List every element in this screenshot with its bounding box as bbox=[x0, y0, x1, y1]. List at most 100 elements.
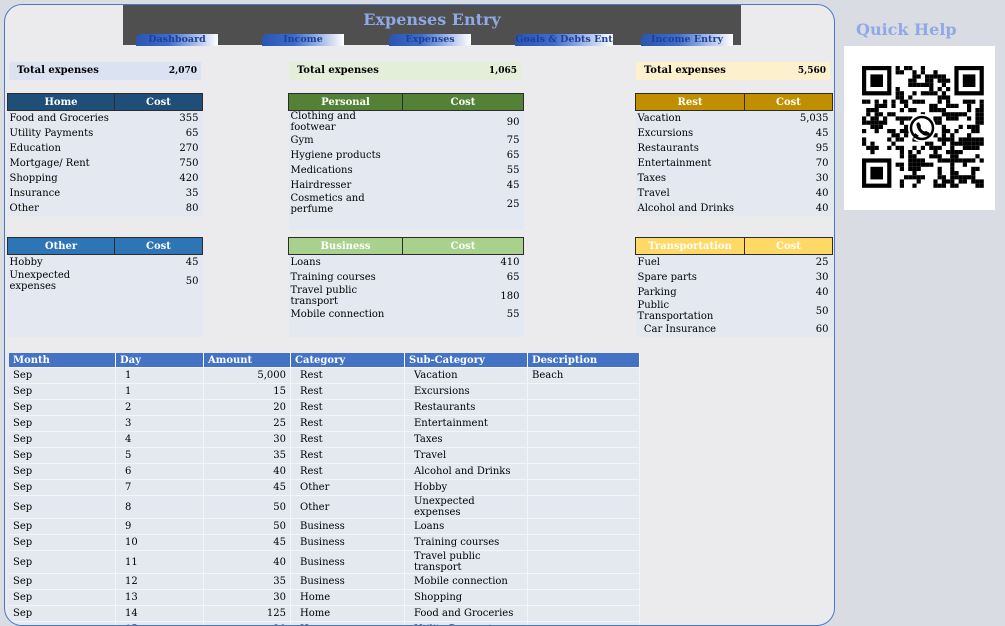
cell[interactable]: Travel public transport bbox=[289, 285, 403, 307]
cell[interactable]: Restaurants bbox=[636, 141, 745, 156]
cell[interactable]: Training courses bbox=[289, 270, 403, 285]
table-row[interactable]: Sep220RestRestaurants bbox=[9, 400, 640, 416]
cell[interactable] bbox=[289, 322, 403, 337]
cell[interactable]: Clothing and footwear bbox=[289, 111, 403, 134]
log-cell[interactable]: Unexpected expenses bbox=[405, 496, 528, 519]
log-cell[interactable]: 12 bbox=[116, 574, 204, 590]
log-cell[interactable]: 40 bbox=[204, 551, 291, 574]
log-cell[interactable]: Travel public transport bbox=[405, 551, 528, 574]
log-cell[interactable]: 13 bbox=[116, 590, 204, 606]
column-header[interactable]: Amount bbox=[204, 353, 291, 368]
log-cell[interactable]: 9 bbox=[116, 519, 204, 535]
table-row[interactable]: Sep1140BusinessTravel public transport bbox=[9, 551, 640, 574]
cell[interactable] bbox=[115, 292, 203, 307]
log-cell[interactable]: 7 bbox=[116, 480, 204, 496]
log-cell[interactable]: 14 bbox=[116, 606, 204, 622]
log-cell[interactable]: 2 bbox=[116, 400, 204, 416]
log-cell[interactable]: Other bbox=[291, 496, 405, 519]
log-cell[interactable]: 3 bbox=[116, 416, 204, 432]
log-cell[interactable]: 30 bbox=[204, 432, 291, 448]
cell[interactable]: Education bbox=[8, 141, 115, 156]
log-cell[interactable]: Food and Groceries bbox=[405, 606, 528, 622]
cell[interactable] bbox=[8, 307, 115, 322]
cell[interactable] bbox=[289, 215, 403, 230]
cell[interactable]: Public Transportation bbox=[636, 300, 745, 322]
log-cell[interactable]: Entertainment bbox=[405, 416, 528, 432]
log-cell[interactable]: 15 bbox=[204, 384, 291, 400]
column-header[interactable]: Category bbox=[291, 353, 405, 368]
log-cell[interactable]: Vacation bbox=[405, 368, 528, 384]
cell[interactable]: Entertainment bbox=[636, 156, 745, 171]
cell[interactable]: Alcohol and Drinks bbox=[636, 201, 745, 216]
cell[interactable]: 30 bbox=[745, 171, 833, 186]
cell[interactable]: 40 bbox=[745, 186, 833, 201]
log-cell[interactable] bbox=[528, 400, 640, 416]
table-row[interactable]: Sep535RestTravel bbox=[9, 448, 640, 464]
log-cell[interactable]: Sep bbox=[9, 519, 116, 535]
log-cell[interactable]: 5 bbox=[116, 448, 204, 464]
log-cell[interactable]: Rest bbox=[291, 400, 405, 416]
cell[interactable]: 50 bbox=[115, 270, 203, 292]
log-cell[interactable]: 25 bbox=[204, 416, 291, 432]
cell[interactable]: Parking bbox=[636, 285, 745, 300]
cell[interactable]: 270 bbox=[115, 141, 203, 156]
cell[interactable] bbox=[115, 322, 203, 337]
cell[interactable]: Mortgage/ Rent bbox=[8, 156, 115, 171]
cell[interactable]: Gym bbox=[289, 133, 403, 148]
log-cell[interactable]: Sep bbox=[9, 551, 116, 574]
nav-dashboard-button[interactable]: Dashboard bbox=[136, 34, 218, 46]
log-cell[interactable] bbox=[528, 416, 640, 432]
log-cell[interactable]: Rest bbox=[291, 416, 405, 432]
log-cell[interactable]: Sep bbox=[9, 606, 116, 622]
table-row[interactable]: Sep15,000RestVacationBeach bbox=[9, 368, 640, 384]
log-cell[interactable]: Sep bbox=[9, 590, 116, 606]
nav-income-entry-button[interactable]: Income Entry bbox=[641, 34, 733, 46]
cell[interactable]: 55 bbox=[403, 163, 524, 178]
log-cell[interactable]: 20 bbox=[204, 400, 291, 416]
log-cell[interactable]: Sep bbox=[9, 384, 116, 400]
cell[interactable]: Medications bbox=[289, 163, 403, 178]
log-cell[interactable]: Rest bbox=[291, 384, 405, 400]
log-cell[interactable]: Sep bbox=[9, 400, 116, 416]
log-cell[interactable]: 6 bbox=[116, 464, 204, 480]
cell[interactable]: Loans bbox=[289, 255, 403, 271]
cell[interactable]: 40 bbox=[745, 201, 833, 216]
log-cell[interactable]: 1 bbox=[116, 384, 204, 400]
cell[interactable]: Shopping bbox=[8, 171, 115, 186]
log-cell[interactable] bbox=[528, 606, 640, 622]
cell[interactable]: 65 bbox=[115, 126, 203, 141]
cell[interactable]: 65 bbox=[403, 270, 524, 285]
cell[interactable]: Unexpected expenses bbox=[8, 270, 115, 292]
log-cell[interactable]: Rest bbox=[291, 464, 405, 480]
log-cell[interactable]: Rest bbox=[291, 368, 405, 384]
log-cell[interactable]: Sep bbox=[9, 535, 116, 551]
log-cell[interactable]: Training courses bbox=[405, 535, 528, 551]
log-cell[interactable]: Business bbox=[291, 551, 405, 574]
log-cell[interactable]: 10 bbox=[116, 535, 204, 551]
table-row[interactable]: Sep640RestAlcohol and Drinks bbox=[9, 464, 640, 480]
cell[interactable]: Hobby bbox=[8, 255, 115, 271]
log-cell[interactable]: 4 bbox=[116, 432, 204, 448]
table-row[interactable]: Sep14125HomeFood and Groceries bbox=[9, 606, 640, 622]
log-cell[interactable] bbox=[528, 590, 640, 606]
cell[interactable]: 90 bbox=[403, 111, 524, 134]
table-row[interactable]: Sep950BusinessLoans bbox=[9, 519, 640, 535]
cell[interactable]: 355 bbox=[115, 111, 203, 127]
log-cell[interactable]: Shopping bbox=[405, 590, 528, 606]
log-cell[interactable]: 45 bbox=[204, 535, 291, 551]
log-cell[interactable] bbox=[528, 480, 640, 496]
cell[interactable]: Car Insurance bbox=[636, 322, 745, 337]
cell[interactable] bbox=[8, 322, 115, 337]
cell[interactable] bbox=[403, 322, 524, 337]
cell[interactable]: Hairdresser bbox=[289, 178, 403, 193]
table-row[interactable]: Sep115RestExcursions bbox=[9, 384, 640, 400]
log-cell[interactable]: Home bbox=[291, 590, 405, 606]
log-cell[interactable]: Rest bbox=[291, 432, 405, 448]
cell[interactable]: Hygiene products bbox=[289, 148, 403, 163]
log-cell[interactable]: 35 bbox=[204, 574, 291, 590]
log-cell[interactable] bbox=[528, 535, 640, 551]
log-cell[interactable]: Sep bbox=[9, 480, 116, 496]
log-cell[interactable]: 15 bbox=[116, 622, 204, 626]
log-cell[interactable]: Sep bbox=[9, 448, 116, 464]
log-cell[interactable]: Hobby bbox=[405, 480, 528, 496]
